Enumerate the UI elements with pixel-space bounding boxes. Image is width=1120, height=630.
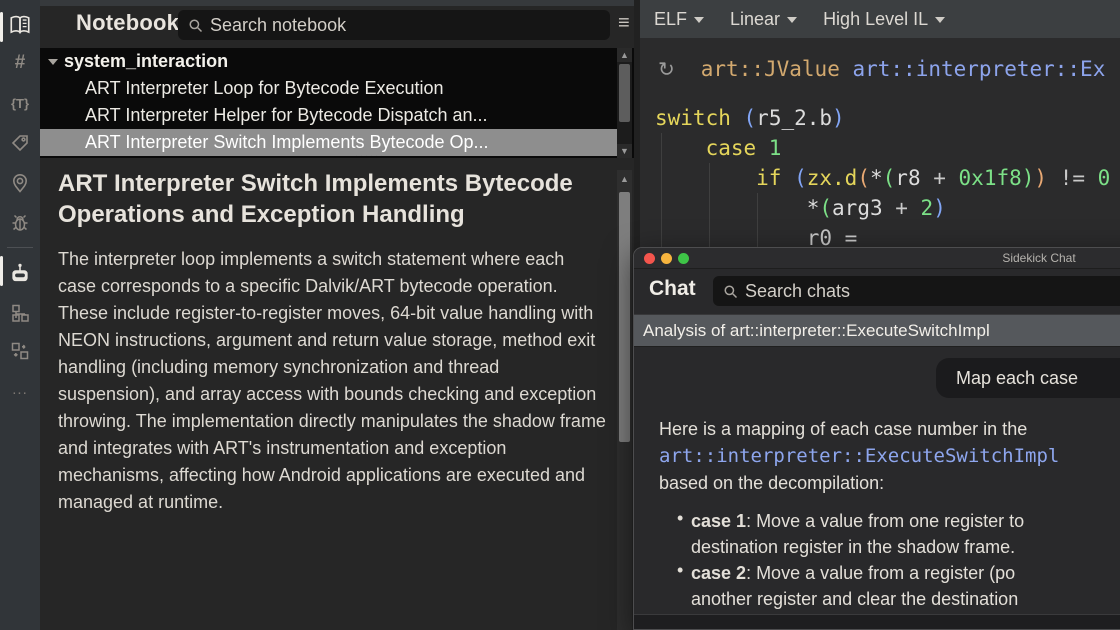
chat-panel-title: Chat xyxy=(649,277,696,301)
chevron-down-icon xyxy=(694,17,704,23)
function-signature-row: ↻ art::JValue art::interpreter::Ex xyxy=(640,48,1120,90)
scroll-up-icon[interactable]: ▲ xyxy=(617,48,632,62)
hierarchy-graph-icon[interactable] xyxy=(0,296,40,330)
panel-top-strip xyxy=(40,0,634,6)
assistant-text: Here is a mapping of each case number in… xyxy=(659,416,1027,443)
bullet-item: case 2: Move a value from a register (po xyxy=(691,560,1015,586)
note-document: ART Interpreter Switch Implements Byteco… xyxy=(58,160,620,630)
indent-guide xyxy=(709,163,710,247)
sidekick-chat-window: Sidekick Chat Chat Search chats Analysis… xyxy=(633,247,1120,630)
location-pin-icon[interactable] xyxy=(0,166,40,200)
binary-format-dropdown[interactable]: ELF xyxy=(654,9,704,30)
tree-item[interactable]: ART Interpreter Helper for Bytecode Disp… xyxy=(40,102,617,129)
tree-item-selected[interactable]: ART Interpreter Switch Implements Byteco… xyxy=(40,129,617,156)
function-signature: art::JValue art::interpreter::Ex xyxy=(701,57,1106,81)
flow-graph-icon[interactable] xyxy=(0,334,40,368)
decompiled-code: switch (r5_2.b) case 1 if (zx.d(*(r8 + 0… xyxy=(655,103,1110,253)
scroll-down-icon[interactable]: ▼ xyxy=(617,144,632,158)
assistant-text: based on the decompilation: xyxy=(659,470,884,497)
assistant-code-ref: art::interpreter::ExecuteSwitchImpl xyxy=(659,443,1059,470)
il-level-dropdown[interactable]: High Level IL xyxy=(823,9,945,30)
notebook-icon[interactable] xyxy=(0,8,40,42)
indent-guide xyxy=(661,133,662,247)
chat-header: Chat Search chats xyxy=(634,269,1120,313)
code-line: if (zx.d(*(r8 + 0x1f8)) != 0 xyxy=(655,163,1110,193)
notebook-tree: system_interaction ART Interpreter Loop … xyxy=(40,48,634,158)
sidekick-robot-icon[interactable] xyxy=(0,256,40,290)
chat-input-area[interactable] xyxy=(634,615,1120,630)
notebook-panel-title: Notebook xyxy=(76,10,179,36)
tree-scrollbar[interactable]: ▲ ▼ xyxy=(617,48,632,158)
document-scroll-thumb[interactable] xyxy=(619,192,630,442)
note-title: ART Interpreter Switch Implements Byteco… xyxy=(58,168,583,230)
chat-search-input[interactable]: Search chats xyxy=(713,276,1120,306)
hamburger-menu-icon[interactable]: ≡ xyxy=(618,12,630,35)
chat-titlebar[interactable]: Sidekick Chat xyxy=(634,248,1120,269)
notebook-search-placeholder: Search notebook xyxy=(210,15,346,36)
user-message-bubble: Map each case xyxy=(936,358,1120,398)
chat-search-placeholder: Search chats xyxy=(745,281,850,302)
indent-guide xyxy=(757,193,758,247)
sidebar-divider xyxy=(7,247,33,248)
notebook-panel: Notebook Search notebook ≡ system_intera… xyxy=(40,0,634,630)
tree-group-system-interaction[interactable]: system_interaction xyxy=(40,48,617,75)
collapse-arrow-icon[interactable] xyxy=(48,59,58,65)
bullet-item: case 1: Move a value from one register t… xyxy=(691,508,1024,534)
tree-item[interactable]: ART Interpreter Loop for Bytecode Execut… xyxy=(40,75,617,102)
view-mode-dropdown[interactable]: Linear xyxy=(730,9,797,30)
document-scrollbar[interactable]: ▲ xyxy=(617,170,632,630)
code-line: *(arg3 + 2) xyxy=(655,193,1110,223)
chevron-down-icon xyxy=(787,17,797,23)
bullet-item-continuation: another register and clear the destinati… xyxy=(691,586,1018,612)
icon-sidebar: # {T} xyxy=(0,0,40,630)
code-line: switch (r5_2.b) xyxy=(655,103,1110,133)
scroll-up-icon[interactable]: ▲ xyxy=(617,172,632,186)
more-icon[interactable]: ... xyxy=(0,372,40,406)
note-body: The interpreter loop implements a switch… xyxy=(58,246,606,516)
bug-icon[interactable] xyxy=(0,206,40,240)
code-line: case 1 xyxy=(655,133,1110,163)
notebook-search-input[interactable]: Search notebook xyxy=(178,10,610,40)
tag-icon[interactable] xyxy=(0,126,40,160)
panel-resize-handle[interactable]: ······ xyxy=(340,150,400,160)
hash-icon[interactable]: # xyxy=(0,46,40,80)
bullet-icon: • xyxy=(677,560,683,581)
tree-scroll-thumb[interactable] xyxy=(619,64,630,122)
search-icon xyxy=(723,284,738,299)
refresh-icon[interactable]: ↻ xyxy=(658,57,675,82)
chat-tab-analysis[interactable]: Analysis of art::interpreter::ExecuteSwi… xyxy=(634,314,1120,347)
type-braces-icon[interactable]: {T} xyxy=(0,86,40,120)
bullet-item-continuation: destination register in the shadow frame… xyxy=(691,534,1015,560)
search-icon xyxy=(188,18,203,33)
window-title: Sidekick Chat xyxy=(634,251,1120,265)
view-toolbar: ELF Linear High Level IL xyxy=(640,0,1120,38)
chevron-down-icon xyxy=(935,17,945,23)
bullet-icon: • xyxy=(677,508,683,529)
